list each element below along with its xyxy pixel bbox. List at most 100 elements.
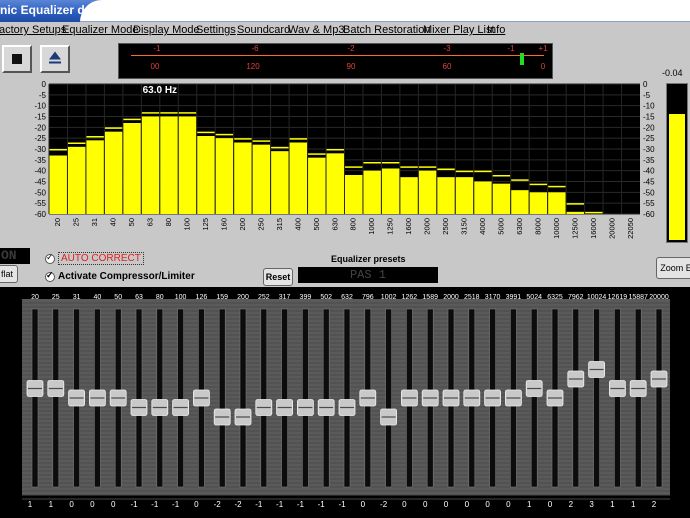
zoom-button[interactable]: Zoom E: [656, 257, 690, 279]
eq-gain-label: -1: [276, 500, 284, 509]
eq-band-label: 63: [135, 294, 143, 301]
menu-batch-restoration[interactable]: Batch Restoration: [343, 24, 430, 36]
spectrum-peak-marker: [178, 112, 197, 114]
title-bar: nic Equalizer demo: [0, 0, 690, 22]
x-tick-label: 2500: [441, 218, 450, 235]
spectrum-analyzer: 0 0 -5 -5 -10 -10 -15 -15 -20 -20 -25 -25 -30 -30 -35-…: [0, 80, 664, 243]
eq-slider-track[interactable]: [343, 308, 351, 488]
spectrum-peak-marker: [511, 179, 529, 181]
eq-gain-label: 0: [423, 500, 428, 509]
menu-factory-setups[interactable]: actory Setups: [0, 24, 66, 36]
spectrum-chart: 0 0-5 -5-10 -10-15 -15-20 -20-25 -25-30 -30-35-…: [34, 80, 655, 239]
eq-gain-label: 0: [402, 500, 407, 509]
spectrum-peak-marker: [271, 146, 289, 149]
y-tick-label: -15: [643, 113, 655, 122]
eq-slider-track[interactable]: [614, 308, 621, 488]
spectrum-peak-marker: [345, 166, 363, 168]
spectrum-bar: [566, 211, 585, 214]
eq-slider-track[interactable]: [177, 308, 184, 488]
spectrum-bar: [271, 151, 289, 214]
eq-slider-track[interactable]: [281, 308, 288, 488]
x-tick-label: 125: [201, 218, 210, 231]
eq-slider-track[interactable]: [302, 308, 309, 488]
x-tick-label: 315: [275, 218, 284, 231]
menu-wav-mp3[interactable]: Wav & Mp3: [288, 24, 344, 36]
eq-gain-label: -1: [318, 500, 326, 509]
spectrum-bar: [178, 116, 197, 214]
eq-slider-track[interactable]: [572, 308, 580, 488]
spectrum-peak-marker: [67, 142, 86, 144]
compressor-label: Activate Compressor/Limiter: [58, 271, 195, 282]
eject-button[interactable]: [40, 45, 70, 73]
menu-equalizer-mode[interactable]: Equalizer Mode: [62, 24, 138, 36]
eq-slider-track[interactable]: [52, 308, 60, 488]
menu-soundcard[interactable]: Soundcard: [237, 24, 290, 36]
level-scale-label: -6: [251, 44, 259, 53]
spectrum-peak-marker: [123, 118, 141, 121]
x-tick-label: 160: [219, 218, 228, 231]
spectrum-bar: [104, 131, 123, 214]
eq-gain-label: 3: [589, 500, 594, 509]
eq-slider-track[interactable]: [260, 308, 268, 488]
stop-button[interactable]: [2, 45, 32, 73]
eq-slider-track[interactable]: [593, 308, 600, 488]
title-bar-decoration: [80, 0, 690, 22]
reset-button[interactable]: Reset: [263, 268, 293, 286]
spectrum-peak-marker: [252, 140, 271, 142]
eq-slider-track[interactable]: [634, 308, 642, 488]
x-tick-label: 630: [330, 218, 339, 231]
auto-correct-checkbox[interactable]: AUTO CORRECT: [45, 252, 144, 265]
eq-slider-track[interactable]: [385, 308, 392, 488]
spectrum-bar: [345, 175, 363, 214]
spectrum-peak-marker: [215, 133, 234, 136]
eq-slider-track[interactable]: [239, 308, 247, 488]
eq-slider-track[interactable]: [135, 308, 143, 488]
eq-band-label: 2000: [443, 294, 459, 301]
spectrum-peak-marker: [234, 138, 252, 140]
x-tick-label: 16000: [589, 218, 598, 239]
menu-mixer-play-list[interactable]: Mixer Play List: [423, 24, 495, 36]
presets-title: Equalizer presets: [331, 254, 406, 264]
spectrum-bar: [529, 192, 548, 214]
level-scale-label: -1: [507, 44, 515, 53]
y-tick-label: -55: [34, 199, 46, 208]
y-tick-label: -40: [34, 167, 46, 176]
spectrum-peak-marker: [197, 131, 215, 134]
menu-bar: actory Setups Equalizer Mode Display Mod…: [0, 22, 690, 40]
y-tick-label: -50: [34, 188, 46, 197]
eq-gain-label: 0: [90, 500, 95, 509]
spectrum-peak-marker: [86, 136, 104, 138]
eq-band-label: 317: [279, 294, 291, 301]
eq-slider-track[interactable]: [156, 308, 164, 488]
eq-slider-track[interactable]: [655, 308, 663, 488]
x-tick-label: 2000: [423, 218, 432, 235]
x-tick-label: 50: [127, 218, 136, 226]
eq-slider-track[interactable]: [530, 308, 538, 488]
eq-gain-label: 0: [465, 500, 470, 509]
eq-slider-track[interactable]: [218, 308, 226, 488]
compressor-check-icon: [45, 270, 55, 282]
eq-band-label: 1002: [381, 294, 397, 301]
eq-gain-label: 0: [485, 500, 490, 509]
spectrum-bar: [381, 168, 400, 214]
x-tick-label: 20000: [607, 218, 616, 239]
preset-selector[interactable]: PAS 1: [298, 267, 438, 283]
eq-slider-track[interactable]: [322, 308, 330, 488]
eq-band-label: 632: [341, 294, 353, 301]
menu-settings[interactable]: Settings: [196, 24, 236, 36]
eq-band-label: 50: [114, 294, 122, 301]
spectrum-peak-marker: [529, 183, 548, 186]
eq-band-label: 200: [237, 294, 249, 301]
y-tick-label: -35: [34, 156, 46, 165]
y-tick-label: -25: [34, 134, 46, 143]
menu-info[interactable]: Info: [487, 24, 505, 36]
eq-gain-label: -1: [255, 500, 263, 509]
flat-button[interactable]: flat: [0, 265, 18, 283]
eq-slider-track[interactable]: [31, 308, 39, 488]
level-scale-label: 120: [246, 62, 260, 71]
x-tick-label: 400: [293, 218, 302, 231]
x-tick-label: 250: [256, 218, 265, 231]
spectrum-bar: [141, 116, 160, 214]
menu-display-mode[interactable]: Display Mode: [133, 24, 200, 36]
compressor-checkbox[interactable]: Activate Compressor/Limiter: [45, 270, 195, 282]
